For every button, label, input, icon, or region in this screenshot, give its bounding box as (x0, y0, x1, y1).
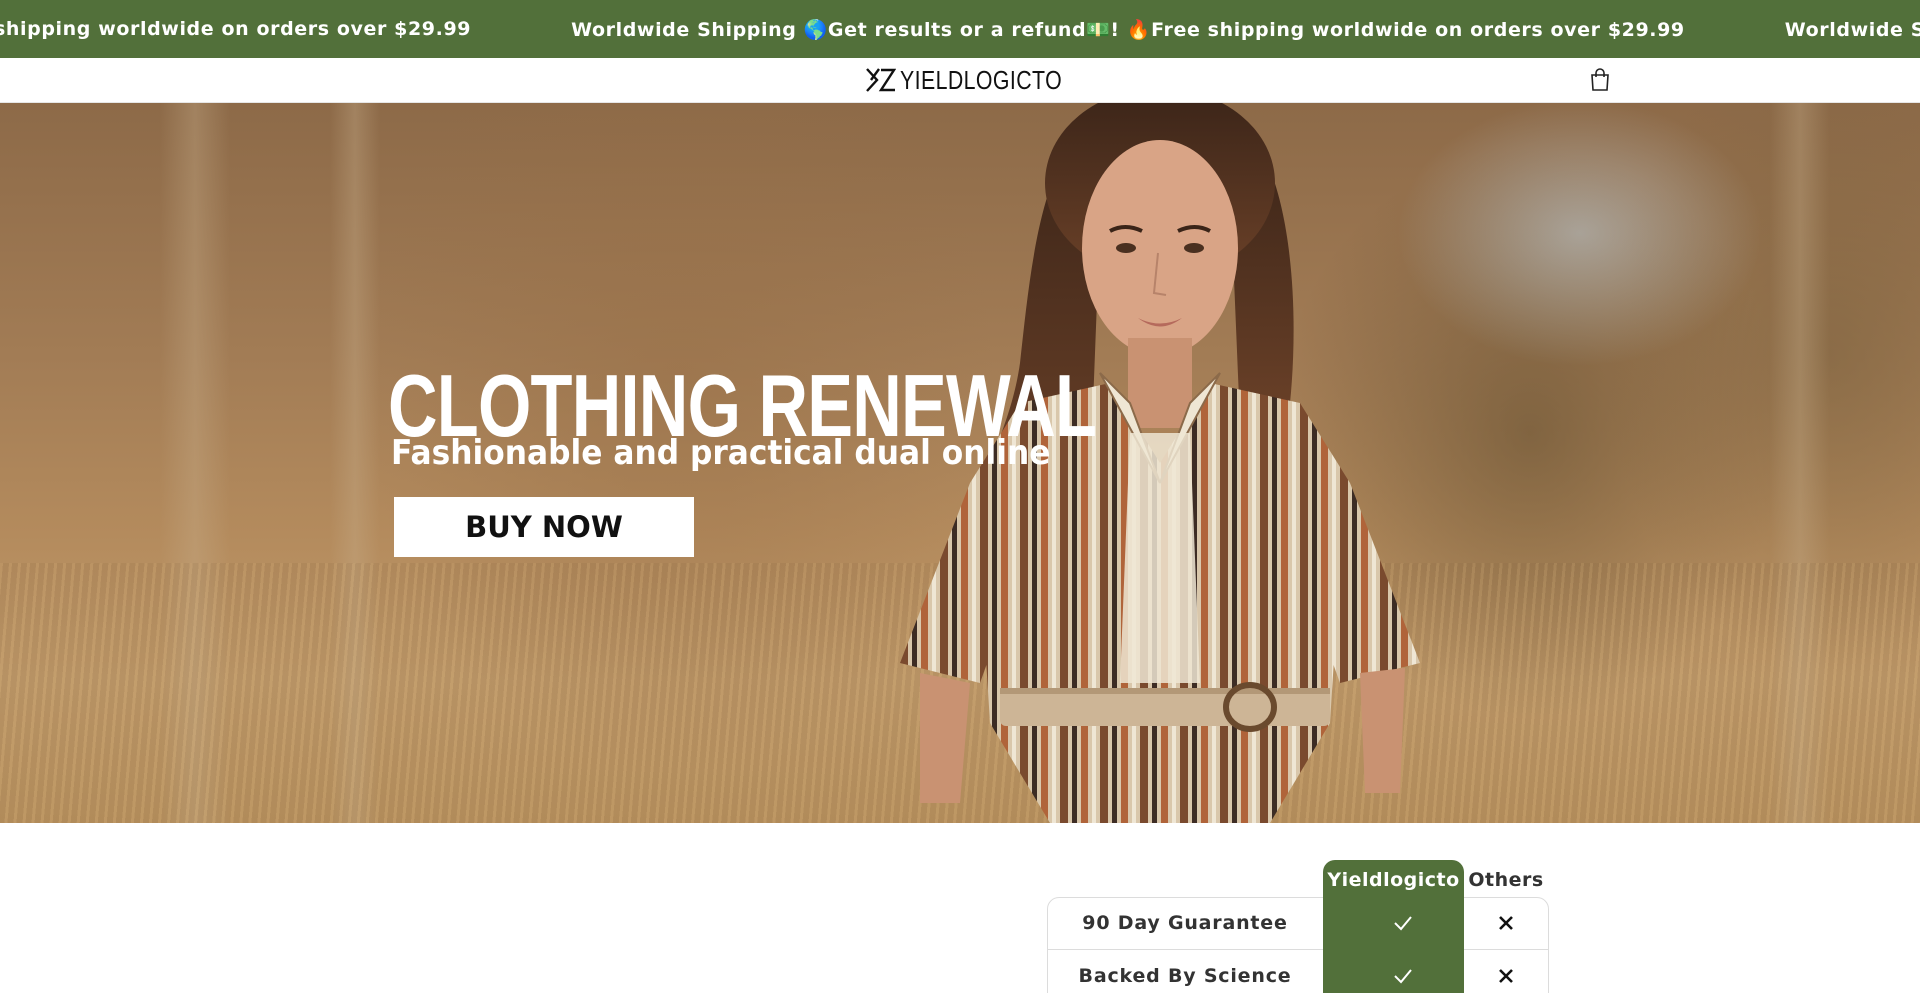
comparison-row-label: Backed By Science (1078, 965, 1292, 987)
check-icon (1394, 969, 1412, 984)
announcement-track: shipping worldwide on orders over $29.99… (0, 0, 1920, 58)
comparison-section: Yieldlogicto Others 90 Day Guarantee Bac… (0, 823, 1920, 993)
comparison-row: Backed By Science (1047, 950, 1549, 993)
close-icon (1499, 916, 1513, 930)
logo-text: YIELDLOGICTO (900, 65, 1063, 95)
hero-subtitle: Fashionable and practical dual online (391, 433, 1051, 473)
comparison-row-label: 90 Day Guarantee (1082, 912, 1288, 934)
check-icon (1394, 916, 1412, 931)
announcement-text: shipping worldwide on orders over $29.99 (0, 18, 472, 40)
comparison-row: 90 Day Guarantee (1047, 897, 1549, 949)
announcement-text: Worldwide Shipping 🌎Get resu (1784, 18, 1920, 41)
site-header: YIELDLOGICTO (0, 58, 1920, 103)
close-icon (1499, 969, 1513, 983)
logo-mark-icon (866, 68, 896, 92)
announcement-bar: shipping worldwide on orders over $29.99… (0, 0, 1920, 58)
others-column-header: Others (1468, 869, 1544, 891)
buy-now-button[interactable]: BUY NOW (394, 497, 694, 557)
site-logo[interactable]: YIELDLOGICTO (866, 66, 1098, 94)
brand-column-header: Yieldlogicto (1327, 869, 1460, 891)
announcement-text: Worldwide Shipping 🌎Get results or a ref… (571, 18, 1685, 41)
shopping-bag-icon[interactable] (1589, 68, 1611, 92)
hero-banner: CLOTHING RENEWAL Fashionable and practic… (0, 103, 1920, 823)
